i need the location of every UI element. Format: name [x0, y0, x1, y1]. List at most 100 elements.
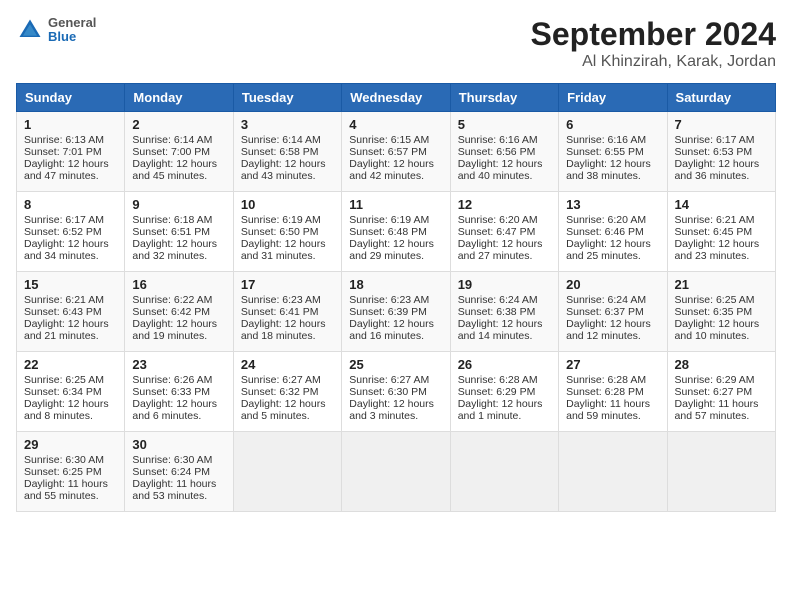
- sunset-text: Sunset: 7:00 PM: [132, 146, 225, 158]
- sunset-text: Sunset: 6:39 PM: [349, 306, 442, 318]
- calendar-cell: 6Sunrise: 6:16 AMSunset: 6:55 PMDaylight…: [559, 112, 667, 192]
- calendar-cell: 5Sunrise: 6:16 AMSunset: 6:56 PMDaylight…: [450, 112, 558, 192]
- logo-icon: [16, 16, 44, 44]
- sunset-text: Sunset: 6:43 PM: [24, 306, 117, 318]
- sunrise-text: Sunrise: 6:15 AM: [349, 134, 442, 146]
- calendar-cell: 4Sunrise: 6:15 AMSunset: 6:57 PMDaylight…: [342, 112, 450, 192]
- logo-line1: General: [48, 16, 96, 30]
- daylight-text: Daylight: 12 hours and 43 minutes.: [241, 158, 334, 182]
- day-number: 26: [458, 357, 551, 372]
- calendar-cell: 10 Sunrise: 6:19 AMSunset: 6:50 PMDayligh…: [233, 192, 341, 272]
- day-number: 1: [24, 117, 117, 132]
- daylight-text: Daylight: 12 hours and 18 minutes.: [241, 318, 334, 342]
- calendar-cell: 21Sunrise: 6:25 AMSunset: 6:35 PMDayligh…: [667, 272, 775, 352]
- sunrise-text: Sunrise: 6:20 AM: [566, 214, 659, 226]
- sunrise-text: Sunrise: 6:17 AM: [675, 134, 768, 146]
- daylight-text: Daylight: 12 hours and 14 minutes.: [458, 318, 551, 342]
- sunrise-text: Sunrise: 6:16 AM: [458, 134, 551, 146]
- sunset-text: Sunset: 6:25 PM: [24, 466, 117, 478]
- sunrise-text: Sunrise: 6:13 AM: [24, 134, 117, 146]
- day-number: 9: [132, 197, 225, 212]
- col-header-wednesday: Wednesday: [342, 84, 450, 112]
- daylight-text: Daylight: 12 hours and 5 minutes.: [241, 398, 334, 422]
- daylight-text: Daylight: 12 hours and 19 minutes.: [132, 318, 225, 342]
- day-number: 30: [132, 437, 225, 452]
- logo-text: General Blue: [48, 16, 96, 45]
- calendar-cell: 26 Sunrise: 6:28 AMSunset: 6:29 PMDayligh…: [450, 352, 558, 432]
- daylight-text: Daylight: 11 hours and 55 minutes.: [24, 478, 117, 502]
- sunset-text: Sunset: 6:53 PM: [675, 146, 768, 158]
- calendar-cell: 15Sunrise: 6:21 AMSunset: 6:43 PMDayligh…: [17, 272, 125, 352]
- col-header-thursday: Thursday: [450, 84, 558, 112]
- sunrise-text: Sunrise: 6:23 AM: [349, 294, 442, 306]
- sunrise-text: Sunrise: 6:18 AM: [132, 214, 225, 226]
- sunset-text: Sunset: 6:52 PM: [24, 226, 117, 238]
- sunrise-text: Sunrise: 6:14 AM: [241, 134, 334, 146]
- day-number: 5: [458, 117, 551, 132]
- day-number: 22: [24, 357, 117, 372]
- calendar-cell: 28Sunrise: 6:29 AMSunset: 6:27 PMDayligh…: [667, 352, 775, 432]
- sunset-text: Sunset: 6:57 PM: [349, 146, 442, 158]
- sunset-text: Sunset: 7:01 PM: [24, 146, 117, 158]
- calendar-table: SundayMondayTuesdayWednesdayThursdayFrid…: [16, 83, 776, 512]
- day-number: 28: [675, 357, 768, 372]
- day-number: 16: [132, 277, 225, 292]
- day-number: 4: [349, 117, 442, 132]
- sunset-text: Sunset: 6:28 PM: [566, 386, 659, 398]
- calendar-cell: 12Sunrise: 6:20 AMSunset: 6:47 PMDayligh…: [450, 192, 558, 272]
- day-number: 20: [566, 277, 659, 292]
- calendar-cell: 2Sunrise: 6:14 AMSunset: 7:00 PMDaylight…: [125, 112, 233, 192]
- daylight-text: Daylight: 12 hours and 21 minutes.: [24, 318, 117, 342]
- sunset-text: Sunset: 6:29 PM: [458, 386, 551, 398]
- sunrise-text: Sunrise: 6:17 AM: [24, 214, 117, 226]
- sunset-text: Sunset: 6:27 PM: [675, 386, 768, 398]
- daylight-text: Daylight: 12 hours and 23 minutes.: [675, 238, 768, 262]
- calendar-cell: 24Sunrise: 6:27 AMSunset: 6:32 PMDayligh…: [233, 352, 341, 432]
- sunrise-text: Sunrise: 6:30 AM: [24, 454, 117, 466]
- sunset-text: Sunset: 6:55 PM: [566, 146, 659, 158]
- daylight-text: Daylight: 12 hours and 27 minutes.: [458, 238, 551, 262]
- sunrise-text: Sunrise: 6:24 AM: [566, 294, 659, 306]
- calendar-cell: 19Sunrise: 6:24 AMSunset: 6:38 PMDayligh…: [450, 272, 558, 352]
- col-header-tuesday: Tuesday: [233, 84, 341, 112]
- col-header-friday: Friday: [559, 84, 667, 112]
- sunset-text: Sunset: 6:34 PM: [24, 386, 117, 398]
- sunrise-text: Sunrise: 6:19 AM: [241, 214, 334, 226]
- sunrise-text: Sunrise: 6:24 AM: [458, 294, 551, 306]
- sunset-text: Sunset: 6:56 PM: [458, 146, 551, 158]
- calendar-cell: [342, 432, 450, 512]
- calendar-row-3: 15Sunrise: 6:21 AMSunset: 6:43 PMDayligh…: [17, 272, 776, 352]
- calendar-cell: 18Sunrise: 6:23 AMSunset: 6:39 PMDayligh…: [342, 272, 450, 352]
- day-number: 2: [132, 117, 225, 132]
- page-header: General Blue September 2024 Al Khinzirah…: [16, 16, 776, 71]
- daylight-text: Daylight: 12 hours and 29 minutes.: [349, 238, 442, 262]
- calendar-cell: 13Sunrise: 6:20 AMSunset: 6:46 PMDayligh…: [559, 192, 667, 272]
- col-header-monday: Monday: [125, 84, 233, 112]
- calendar-cell: 17Sunrise: 6:23 AMSunset: 6:41 PMDayligh…: [233, 272, 341, 352]
- sunset-text: Sunset: 6:38 PM: [458, 306, 551, 318]
- daylight-text: Daylight: 12 hours and 47 minutes.: [24, 158, 117, 182]
- sunrise-text: Sunrise: 6:28 AM: [458, 374, 551, 386]
- daylight-text: Daylight: 12 hours and 10 minutes.: [675, 318, 768, 342]
- day-number: 18: [349, 277, 442, 292]
- sunset-text: Sunset: 6:42 PM: [132, 306, 225, 318]
- sunset-text: Sunset: 6:35 PM: [675, 306, 768, 318]
- sunrise-text: Sunrise: 6:30 AM: [132, 454, 225, 466]
- daylight-text: Daylight: 11 hours and 53 minutes.: [132, 478, 225, 502]
- calendar-cell: 30Sunrise: 6:30 AMSunset: 6:24 PMDayligh…: [125, 432, 233, 512]
- calendar-cell: 1 Sunrise: 6:13 AMSunset: 7:01 PMDaylight…: [17, 112, 125, 192]
- sunrise-text: Sunrise: 6:14 AM: [132, 134, 225, 146]
- daylight-text: Daylight: 12 hours and 1 minute.: [458, 398, 551, 422]
- day-number: 21: [675, 277, 768, 292]
- daylight-text: Daylight: 12 hours and 31 minutes.: [241, 238, 334, 262]
- calendar-cell: 9Sunrise: 6:18 AMSunset: 6:51 PMDaylight…: [125, 192, 233, 272]
- calendar-cell: [233, 432, 341, 512]
- day-number: 10: [241, 197, 334, 212]
- sunrise-text: Sunrise: 6:23 AM: [241, 294, 334, 306]
- sunset-text: Sunset: 6:50 PM: [241, 226, 334, 238]
- col-header-saturday: Saturday: [667, 84, 775, 112]
- daylight-text: Daylight: 12 hours and 32 minutes.: [132, 238, 225, 262]
- calendar-header-row: SundayMondayTuesdayWednesdayThursdayFrid…: [17, 84, 776, 112]
- daylight-text: Daylight: 12 hours and 36 minutes.: [675, 158, 768, 182]
- day-number: 15: [24, 277, 117, 292]
